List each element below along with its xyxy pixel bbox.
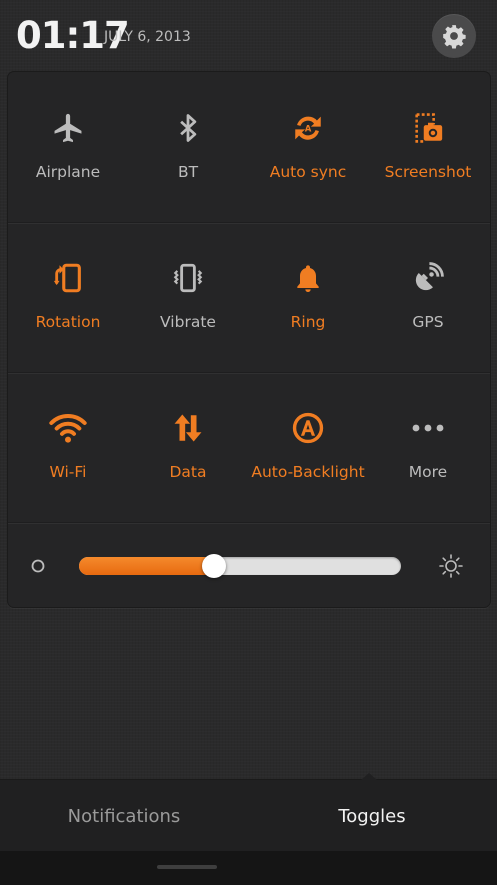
bluetooth-icon bbox=[168, 108, 208, 148]
toggle-rotation[interactable]: Rotation bbox=[8, 222, 128, 372]
more-icon bbox=[408, 408, 448, 448]
toggle-more[interactable]: More bbox=[368, 372, 488, 522]
gear-icon bbox=[441, 23, 467, 49]
auto-backlight-icon bbox=[288, 408, 328, 448]
data-icon bbox=[168, 408, 208, 448]
toggle-label: Vibrate bbox=[160, 313, 216, 331]
vibrate-icon bbox=[168, 258, 208, 298]
active-tab-pointer bbox=[361, 773, 377, 780]
settings-button[interactable] bbox=[432, 14, 476, 58]
screenshot-icon bbox=[408, 108, 448, 148]
toggles-panel: Airplane BT A Auto sync Screenshot Rotat… bbox=[7, 71, 491, 608]
toggle-label: Auto sync bbox=[269, 163, 347, 181]
toggle-label: Ring bbox=[290, 313, 326, 331]
brightness-low-icon bbox=[31, 559, 45, 573]
toggle-row: Rotation Vibrate Ring GPS bbox=[8, 222, 490, 372]
toggle-vibrate[interactable]: Vibrate bbox=[128, 222, 248, 372]
tab-toggles[interactable]: Toggles bbox=[248, 780, 496, 852]
toggle-label: BT bbox=[177, 163, 199, 181]
toggle-label: Auto-Backlight bbox=[251, 463, 365, 481]
airplane-icon bbox=[48, 108, 88, 148]
rotation-icon bbox=[48, 258, 88, 298]
toggle-gps[interactable]: GPS bbox=[368, 222, 488, 372]
toggle-label: Wi-Fi bbox=[49, 463, 87, 481]
brightness-slider[interactable] bbox=[79, 554, 401, 578]
auto-sync-icon: A bbox=[288, 108, 328, 148]
status-header: 01:17 JULY 6, 2013 bbox=[0, 0, 497, 70]
tab-notifications[interactable]: Notifications bbox=[0, 780, 248, 852]
toggle-data[interactable]: Data bbox=[128, 372, 248, 522]
bell-icon bbox=[288, 258, 328, 298]
toggle-ring[interactable]: Ring bbox=[248, 222, 368, 372]
brightness-control bbox=[8, 522, 490, 607]
brightness-high-icon bbox=[438, 553, 464, 579]
toggle-auto-backlight[interactable]: Auto-Backlight bbox=[248, 372, 368, 522]
toggle-label: GPS bbox=[412, 313, 444, 331]
toggle-label: Airplane bbox=[35, 163, 101, 181]
gps-icon bbox=[408, 258, 448, 298]
toggle-label: More bbox=[408, 463, 448, 481]
toggle-label: Rotation bbox=[35, 313, 101, 331]
brightness-slider-fill bbox=[79, 557, 215, 575]
toggle-auto-sync[interactable]: A Auto sync bbox=[248, 72, 368, 222]
toggle-label: Data bbox=[169, 463, 207, 481]
bottom-tab-bar: Notifications Toggles bbox=[0, 773, 497, 852]
date: JULY 6, 2013 bbox=[104, 29, 191, 45]
toggle-airplane[interactable]: Airplane bbox=[8, 72, 128, 222]
quick-settings-screen: 01:17 JULY 6, 2013 Airplane BT A Auto sy… bbox=[0, 0, 497, 885]
toggle-bluetooth[interactable]: BT bbox=[128, 72, 248, 222]
brightness-slider-thumb[interactable] bbox=[202, 554, 227, 578]
svg-text:A: A bbox=[305, 125, 312, 135]
toggle-screenshot[interactable]: Screenshot bbox=[368, 72, 488, 222]
toggle-row: Airplane BT A Auto sync Screenshot bbox=[8, 72, 490, 222]
drag-handle[interactable] bbox=[157, 865, 217, 869]
drag-handle-area[interactable] bbox=[0, 851, 497, 885]
toggle-wifi[interactable]: Wi-Fi bbox=[8, 372, 128, 522]
wifi-icon bbox=[48, 408, 88, 448]
toggle-label: Screenshot bbox=[384, 163, 472, 181]
toggle-row: Wi-Fi Data Auto-Backlight More bbox=[8, 372, 490, 522]
